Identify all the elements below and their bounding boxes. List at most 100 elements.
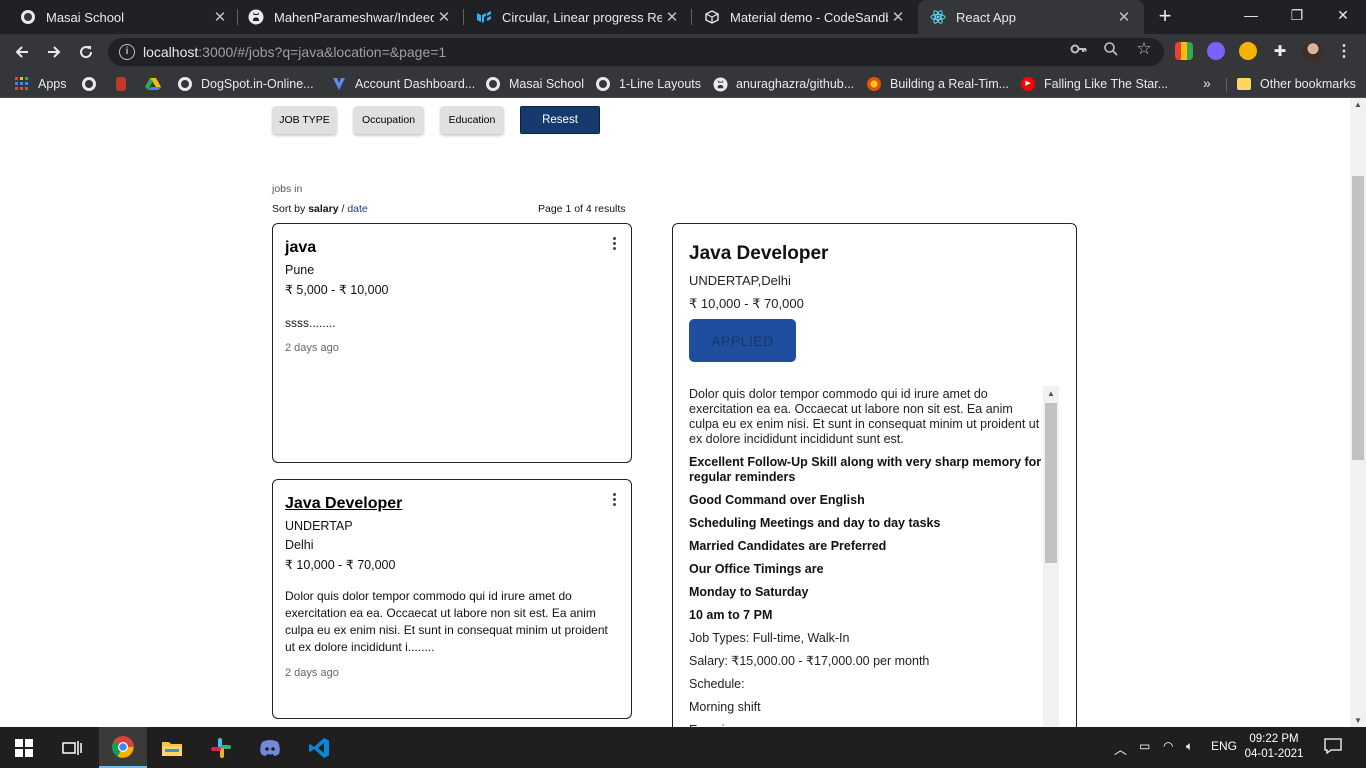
github-icon xyxy=(712,76,728,92)
chrome-taskbar-icon[interactable] xyxy=(99,727,147,768)
bookmark-star-icon[interactable]: ☆ xyxy=(1135,39,1153,58)
forward-button[interactable] xyxy=(41,39,67,65)
language-indicator[interactable]: ENG xyxy=(1211,739,1237,753)
browser-tab-title: MahenParameshwar/IndeedRe xyxy=(274,9,434,25)
zoom-icon[interactable] xyxy=(1102,40,1120,58)
description-scrollbar-thumb[interactable] xyxy=(1045,403,1057,563)
face-extension-icon[interactable] xyxy=(1239,42,1257,60)
page-info: Page 1 of 4 results xyxy=(538,203,626,215)
wifi-icon[interactable]: ◠ xyxy=(1163,739,1173,753)
close-tab-icon[interactable]: ✕ xyxy=(434,8,454,26)
checkmark-extension-icon[interactable] xyxy=(1207,42,1225,60)
windows-taskbar: ︿ ▭ ◠ 🔈︎ ENG 09:22 PM 04-01-2021 xyxy=(0,727,1366,768)
sort-by-date-link[interactable]: date xyxy=(347,203,367,215)
bookmark-apps[interactable]: Apps xyxy=(14,75,67,93)
bookmark-dogspot[interactable]: DogSpot.in-Online... xyxy=(177,75,314,93)
job-detail-paragraph: Dolor quis dolor tempor commodo qui id i… xyxy=(689,387,1040,446)
sort-by-salary-link[interactable]: salary xyxy=(308,203,338,215)
bookmarks-bar: Apps DogSpot.in-Online... Account Dashbo… xyxy=(0,70,1366,98)
job-card-posted: 2 days ago xyxy=(285,667,339,679)
job-detail-panel: Java Developer UNDERTAP,Delhi ₹ 10,000 -… xyxy=(672,223,1077,727)
close-tab-icon[interactable]: ✕ xyxy=(888,8,908,26)
vscode-icon[interactable] xyxy=(295,727,343,768)
job-card-description: ssss........ xyxy=(285,316,336,330)
bookmark-drive[interactable] xyxy=(145,75,169,93)
vercel-icon xyxy=(331,76,347,92)
browser-tab[interactable]: MahenParameshwar/IndeedRe ✕ xyxy=(236,0,464,34)
minimize-window-button[interactable]: — xyxy=(1228,0,1274,30)
color-extension-icon[interactable] xyxy=(1175,42,1193,60)
volume-icon[interactable]: 🔈︎ xyxy=(1186,739,1193,754)
key-icon[interactable] xyxy=(1070,40,1088,58)
browser-tab[interactable]: Circular, Linear progress React ✕ xyxy=(464,0,692,34)
bookmark-falling-like-the-stars[interactable]: ▶ Falling Like The Star... xyxy=(1020,75,1168,93)
applied-button[interactable]: APPLIED xyxy=(689,319,796,362)
restore-window-button[interactable]: ❐ xyxy=(1274,0,1320,30)
browser-tab[interactable]: Material demo - CodeSandbox ✕ xyxy=(692,0,918,34)
task-view-icon[interactable] xyxy=(48,727,96,768)
close-tab-icon[interactable]: ✕ xyxy=(662,8,682,26)
browser-tab[interactable]: Masai School ✕ xyxy=(8,0,240,34)
close-tab-icon[interactable]: ✕ xyxy=(1114,8,1134,26)
more-vert-icon[interactable] xyxy=(611,493,617,506)
bookmark-building-real-time[interactable]: Building a Real-Tim... xyxy=(866,75,1009,93)
discord-icon[interactable] xyxy=(246,727,294,768)
battery-icon[interactable]: ▭ xyxy=(1139,739,1150,753)
youtube-icon: ▶ xyxy=(1020,76,1036,92)
reload-button[interactable] xyxy=(73,39,99,65)
scroll-down-arrow-icon[interactable]: ▼ xyxy=(1354,716,1362,725)
job-type-filter-button[interactable]: JOB TYPE xyxy=(272,106,337,134)
react-icon xyxy=(930,9,946,25)
slack-icon[interactable] xyxy=(197,727,245,768)
job-card[interactable]: java Pune ₹ 5,000 - ₹ 10,000 ssss.......… xyxy=(272,223,632,463)
other-bookmarks[interactable]: Other bookmarks xyxy=(1236,75,1356,93)
bookmark-dog[interactable] xyxy=(113,75,137,93)
job-detail-paragraph: Schedule: xyxy=(689,677,745,691)
more-vert-icon[interactable] xyxy=(611,237,617,250)
bookmark-globe[interactable] xyxy=(81,75,105,93)
bookmark-masai-school[interactable]: Masai School xyxy=(485,75,584,93)
windows-start-icon[interactable] xyxy=(0,727,48,768)
browser-tab-title: React App xyxy=(956,9,1016,25)
bookmark-github-stats[interactable]: anuraghazra/github... xyxy=(712,75,854,93)
job-card-salary: ₹ 10,000 - ₹ 70,000 xyxy=(285,558,396,572)
extensions-puzzle-icon[interactable]: ✚ xyxy=(1271,42,1289,60)
occupation-filter-button[interactable]: Occupation xyxy=(353,106,424,134)
globe-icon xyxy=(81,76,97,92)
job-card-location: Pune xyxy=(285,263,315,277)
description-scrollbar[interactable]: ▲ xyxy=(1043,386,1059,727)
job-card-title[interactable]: Java Developer xyxy=(285,495,402,513)
address-bar[interactable]: i localhost:3000/#/jobs?q=java&location=… xyxy=(108,38,1164,66)
scroll-up-arrow-icon[interactable]: ▲ xyxy=(1354,100,1362,109)
page-scrollbar-thumb[interactable] xyxy=(1352,176,1364,460)
show-hidden-icons-chevron-icon[interactable]: ︿ xyxy=(1114,739,1127,758)
job-card-company: UNDERTAP xyxy=(285,519,353,533)
bookmark-account-dashboard[interactable]: Account Dashboard... xyxy=(331,75,475,93)
job-card-salary: ₹ 5,000 - ₹ 10,000 xyxy=(285,283,389,297)
github-icon xyxy=(248,9,264,25)
chrome-menu-icon[interactable]: ⋮ xyxy=(1334,42,1354,62)
site-info-icon[interactable]: i xyxy=(119,44,135,60)
job-detail-paragraph: Married Candidates are Preferred xyxy=(689,539,887,553)
scroll-up-arrow-icon[interactable]: ▲ xyxy=(1047,389,1055,398)
more-bookmarks-chevron-icon[interactable]: » xyxy=(1203,75,1211,91)
new-tab-button[interactable]: + xyxy=(1153,4,1177,30)
education-filter-button[interactable]: Education xyxy=(440,106,504,134)
back-button[interactable] xyxy=(9,39,35,65)
file-explorer-icon[interactable] xyxy=(148,727,196,768)
bookmarks-separator xyxy=(1226,78,1227,92)
close-window-button[interactable]: ✕ xyxy=(1320,0,1366,30)
clock-date: 04-01-2021 xyxy=(1244,748,1304,760)
notifications-icon[interactable] xyxy=(1324,737,1342,758)
job-card-title[interactable]: java xyxy=(285,239,316,257)
reset-filters-button[interactable]: Resest xyxy=(520,106,600,134)
close-tab-icon[interactable]: ✕ xyxy=(210,8,230,26)
browser-tab-active[interactable]: React App ✕ xyxy=(918,0,1144,34)
job-detail-company: UNDERTAP,Delhi xyxy=(689,273,791,288)
job-card[interactable]: Java Developer UNDERTAP Delhi ₹ 10,000 -… xyxy=(272,479,632,719)
job-detail-paragraph: Monday to Saturday xyxy=(689,585,809,599)
page-scrollbar[interactable]: ▲ ▼ xyxy=(1350,98,1366,727)
profile-avatar[interactable] xyxy=(1302,41,1324,63)
bookmark-1-line-layouts[interactable]: 1-Line Layouts xyxy=(595,75,701,93)
taskbar-clock[interactable]: 09:22 PM 04-01-2021 xyxy=(1244,732,1304,762)
